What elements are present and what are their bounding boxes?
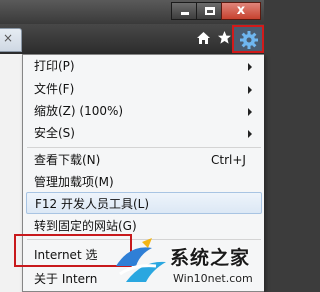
menu-item-label: 转到固定的网站(G) bbox=[34, 219, 137, 233]
menu-item-security[interactable]: 安全(S) bbox=[26, 122, 262, 144]
watermark-title: 系统之家 bbox=[170, 247, 251, 269]
menu-item-manage-addons[interactable]: 管理加载项(M) bbox=[26, 171, 262, 193]
menu-item-label: 管理加载项(M) bbox=[34, 175, 114, 189]
submenu-arrow-icon bbox=[248, 63, 252, 71]
menu-separator bbox=[27, 147, 261, 148]
system-home-logo bbox=[116, 238, 166, 282]
menu-item-label: F12 开发人员工具(L) bbox=[35, 197, 150, 211]
menu-item-label: 文件(F) bbox=[34, 82, 75, 96]
menu-item-label: 关于 Intern bbox=[34, 272, 98, 286]
submenu-arrow-icon bbox=[248, 86, 252, 94]
watermark-url: Win10net.com bbox=[173, 272, 253, 285]
menu-item-shortcut: Ctrl+J bbox=[211, 153, 246, 167]
close-icon: x bbox=[236, 3, 246, 18]
minimize-button[interactable] bbox=[171, 2, 197, 20]
star-icon[interactable] bbox=[217, 30, 232, 49]
menu-item-label: 缩放(Z) (100%) bbox=[34, 104, 124, 118]
menu-item-label: 安全(S) bbox=[34, 126, 75, 140]
submenu-arrow-icon bbox=[248, 130, 252, 138]
tools-button[interactable] bbox=[232, 25, 264, 53]
window-controls: x bbox=[171, 2, 261, 20]
menu-item-view-downloads[interactable]: 查看下载(N) Ctrl+J bbox=[26, 149, 262, 171]
tab-close-icon[interactable]: × bbox=[3, 31, 13, 45]
menu-item-label: 查看下载(N) bbox=[34, 153, 101, 167]
menu-item-f12-devtools[interactable]: F12 开发人员工具(L) bbox=[26, 192, 262, 214]
home-icon[interactable] bbox=[196, 31, 211, 49]
menu-item-label: 打印(P) bbox=[34, 59, 75, 73]
menu-item-print[interactable]: 打印(P) bbox=[26, 55, 262, 77]
minimize-icon bbox=[181, 12, 189, 15]
maximize-button[interactable] bbox=[196, 2, 222, 20]
menu-item-file[interactable]: 文件(F) bbox=[26, 78, 262, 100]
browser-tab[interactable]: × bbox=[0, 28, 22, 52]
gear-icon bbox=[240, 31, 258, 49]
close-button[interactable]: x bbox=[221, 2, 261, 20]
menu-item-zoom[interactable]: 缩放(Z) (100%) bbox=[26, 100, 262, 122]
maximize-icon bbox=[205, 7, 215, 15]
submenu-arrow-icon bbox=[248, 108, 252, 116]
